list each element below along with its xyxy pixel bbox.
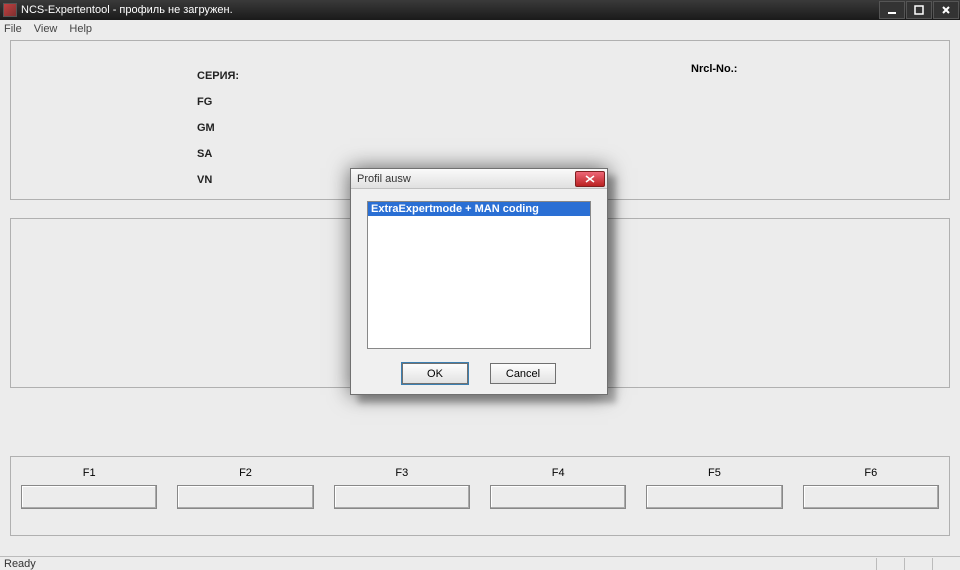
profile-dialog: Profil ausw ExtraExpertmode + MAN coding…: [350, 168, 608, 395]
label-f6: F6: [864, 467, 877, 479]
close-button[interactable]: [933, 1, 959, 19]
menu-file[interactable]: File: [4, 23, 22, 35]
status-text: Ready: [4, 558, 36, 570]
f1-button[interactable]: [21, 485, 157, 509]
f5-button[interactable]: [646, 485, 782, 509]
label-seria: СЕРИЯ:: [197, 63, 949, 89]
label-gm: GM: [197, 115, 949, 141]
profile-list-item[interactable]: ExtraExpertmode + MAN coding: [368, 202, 590, 216]
f4-button[interactable]: [490, 485, 626, 509]
maximize-button[interactable]: [906, 1, 932, 19]
titlebar: NCS-Expertentool - профиль не загружен.: [0, 0, 960, 20]
label-fg: FG: [197, 89, 949, 115]
dialog-close-button[interactable]: [575, 171, 605, 187]
cancel-button[interactable]: Cancel: [490, 363, 556, 384]
window-title: NCS-Expertentool - профиль не загружен.: [21, 4, 879, 16]
label-nrcl: Nrcl-No.:: [691, 63, 737, 75]
f3-button[interactable]: [334, 485, 470, 509]
label-f3: F3: [395, 467, 408, 479]
fkey-panel: F1 F2 F3 F4 F5 F6: [10, 456, 950, 536]
menubar: File View Help: [0, 20, 960, 38]
f2-button[interactable]: [177, 485, 313, 509]
f6-button[interactable]: [803, 485, 939, 509]
label-f4: F4: [552, 467, 565, 479]
profile-listbox[interactable]: ExtraExpertmode + MAN coding: [367, 201, 591, 349]
dialog-title: Profil ausw: [357, 173, 411, 185]
minimize-button[interactable]: [879, 1, 905, 19]
menu-help[interactable]: Help: [69, 23, 92, 35]
dialog-titlebar[interactable]: Profil ausw: [351, 169, 607, 189]
label-f2: F2: [239, 467, 252, 479]
label-sa: SA: [197, 141, 949, 167]
app-icon: [3, 3, 17, 17]
label-f1: F1: [83, 467, 96, 479]
menu-view[interactable]: View: [34, 23, 58, 35]
ok-button[interactable]: OK: [402, 363, 468, 384]
statusbar: Ready: [0, 556, 960, 570]
label-f5: F5: [708, 467, 721, 479]
